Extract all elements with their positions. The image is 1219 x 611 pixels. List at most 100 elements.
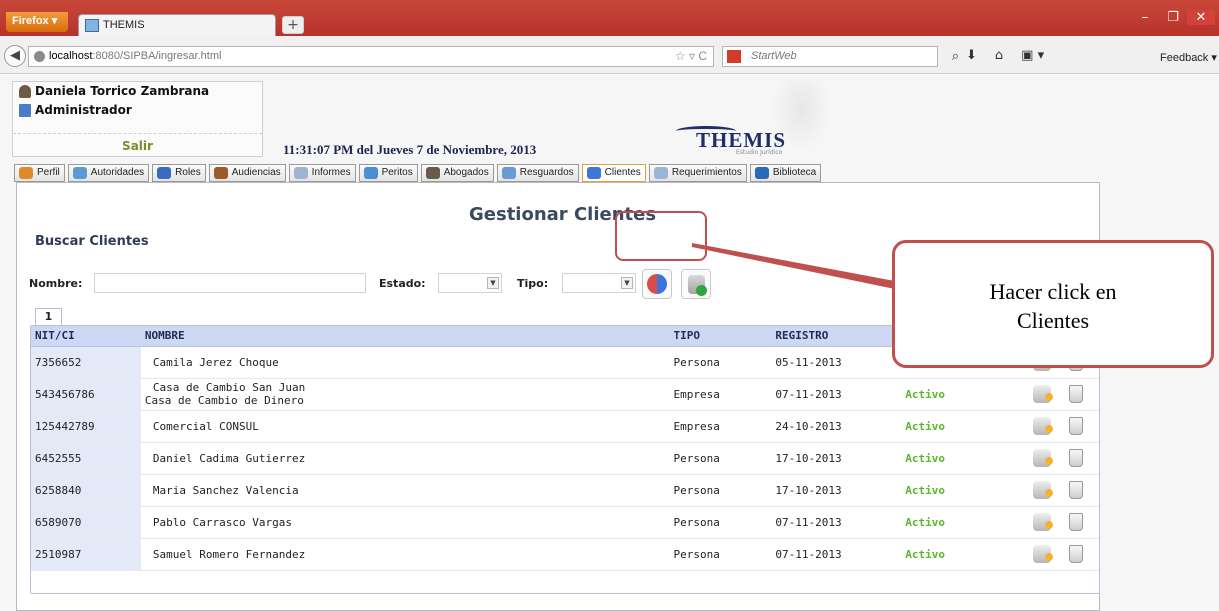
logout-link[interactable]: Salir	[13, 139, 262, 153]
home-icon[interactable]: ⌂	[995, 48, 1003, 63]
cell-nombre: Pablo Carrasco Vargas	[140, 506, 670, 539]
cell-nit: 543456786	[31, 378, 141, 411]
cell-gestionar	[1011, 538, 1099, 571]
edit-icon[interactable]	[1033, 513, 1054, 531]
name-filter-input[interactable]	[94, 273, 366, 293]
firefox-menu-button[interactable]: Firefox ▾	[6, 12, 68, 32]
table-row[interactable]: 125442789 Comercial CONSUL Empresa 24-10-20…	[31, 410, 1099, 443]
callout-line-2: Clientes	[1016, 308, 1090, 333]
tab-peritos[interactable]: Peritos	[358, 164, 418, 182]
tab-resguardos[interactable]: Resguardos	[496, 164, 579, 182]
tab-label: Resguardos	[519, 167, 574, 178]
search-icon[interactable]: ⌕	[952, 48, 959, 64]
user-name: Daniela Torrico Zambrana	[35, 84, 210, 98]
delete-icon[interactable]	[1069, 417, 1084, 435]
edit-icon[interactable]	[1033, 385, 1054, 403]
tab-clientes[interactable]: Clientes	[581, 164, 646, 182]
restore-icon[interactable]: ❐	[1159, 10, 1187, 25]
reload-icon[interactable]: ☆ ▿ C	[675, 49, 707, 63]
search-section-title: Buscar Clientes	[35, 234, 149, 249]
cell-estado: Activo	[901, 474, 1012, 507]
page-number-tab[interactable]: 1	[35, 308, 62, 325]
url-bar[interactable]: localhost:8080/SIPBA/ingresar.html ☆ ▿ C	[28, 46, 714, 67]
chevron-down-icon: ▼	[621, 277, 633, 289]
browser-tab[interactable]: THEMIS	[78, 14, 276, 36]
globe-icon	[34, 51, 45, 62]
tab-abogados[interactable]: Abogados	[420, 164, 494, 182]
tab-biblioteca[interactable]: Biblioteca	[749, 164, 822, 182]
edit-icon[interactable]	[1033, 545, 1054, 563]
column-header[interactable]: REGISTRO	[771, 326, 902, 347]
tab-label: Requerimientos	[671, 167, 742, 178]
delete-icon[interactable]	[1069, 545, 1084, 563]
client-name: Samuel Romero Fernandez	[152, 547, 306, 561]
tab-roles[interactable]: Roles	[152, 164, 206, 182]
table-row[interactable]: 543456786 Casa de Cambio San Juan Casa de …	[31, 378, 1099, 411]
bookmarks-icon[interactable]: ▣ ▾	[1021, 48, 1044, 63]
edit-icon[interactable]	[1033, 481, 1054, 499]
cell-tipo: Empresa	[669, 410, 772, 443]
cell-gestionar	[1011, 410, 1099, 443]
new-tab-button[interactable]: +	[282, 16, 304, 34]
table-body: 7356652 Camila Jerez Choque Persona 05-11-2…	[31, 346, 1099, 571]
logo-tagline: Estudio Jurídico	[736, 149, 783, 156]
callout-pointer	[692, 243, 895, 289]
favicon-icon	[85, 19, 99, 32]
table-row[interactable]: 6452555 Daniel Cadima Gutierrez Persona 17-…	[31, 442, 1099, 475]
search-bar[interactable]: StartWeb ⌕	[722, 46, 959, 67]
close-icon[interactable]: ✕	[1187, 10, 1215, 25]
download-icon[interactable]: ⬇	[966, 48, 977, 63]
cell-nombre: Comercial CONSUL	[140, 410, 670, 443]
search-engine-icon[interactable]	[727, 50, 741, 63]
delete-icon[interactable]	[1069, 481, 1084, 499]
delete-icon[interactable]	[1069, 513, 1084, 531]
state-filter-select[interactable]: ▼	[438, 273, 502, 293]
column-header[interactable]: NOMBRE	[140, 326, 670, 347]
delete-icon[interactable]	[1069, 449, 1084, 467]
edit-icon[interactable]	[1033, 417, 1054, 435]
tab-autoridades[interactable]: Autoridades	[67, 164, 150, 182]
cell-nit: 6589070	[31, 506, 141, 539]
themis-logo: THEMIS Estudio Jurídico	[676, 80, 916, 160]
cell-registro: 05-11-2013	[771, 346, 902, 379]
tab-label: Informes	[311, 167, 351, 178]
tab-audiencias[interactable]: Audiencias	[208, 164, 286, 182]
minimize-icon[interactable]: –	[1131, 10, 1159, 25]
edit-icon[interactable]	[1033, 449, 1054, 467]
back-button[interactable]: ◀	[4, 45, 26, 67]
tab-label: Autoridades	[90, 167, 145, 178]
tab-label: Roles	[175, 167, 201, 178]
feedback-button[interactable]: Feedback ▾	[1160, 51, 1217, 64]
browser-titlebar: Firefox ▾ THEMIS + – ❐ ✕	[0, 0, 1219, 36]
cell-nombre: Samuel Romero Fernandez	[140, 538, 670, 571]
user-icon	[19, 85, 31, 98]
clients-icon	[586, 167, 601, 179]
window-controls: – ❐ ✕	[1119, 10, 1215, 32]
tab-label: Peritos	[381, 167, 413, 178]
tab-informes[interactable]: Informes	[288, 164, 356, 182]
table-row[interactable]: 6589070 Pablo Carrasco Vargas Persona 07-11…	[31, 506, 1099, 539]
table-row[interactable]: 2510987 Samuel Romero Fernandez Persona 07-…	[31, 538, 1099, 571]
column-header[interactable]: TIPO	[669, 326, 772, 347]
cell-tipo: Persona	[669, 506, 772, 539]
callout-pointer-shape	[692, 243, 895, 289]
column-header[interactable]: NIT/CI	[31, 326, 141, 347]
url-path: :8080/SIPBA/ingresar.html	[92, 50, 222, 62]
cell-estado: Activo	[901, 378, 1012, 411]
cell-nombre: Casa de Cambio San Juan Casa de Cambio de…	[140, 378, 670, 411]
browser-tab-title: THEMIS	[103, 19, 145, 31]
refresh-button[interactable]	[642, 269, 672, 299]
screen: { "browser": { "menu_label": "Firefox", …	[0, 0, 1219, 611]
cell-gestionar	[1011, 442, 1099, 475]
tab-perfil[interactable]: Perfil	[14, 164, 65, 182]
cell-nit: 6452555	[31, 442, 141, 475]
cell-nit: 2510987	[31, 538, 141, 571]
delete-icon[interactable]	[1069, 385, 1084, 403]
tab-requerimientos[interactable]: Requerimientos	[648, 164, 747, 182]
instruction-callout: Hacer click en Clientes	[892, 240, 1214, 368]
url-host: localhost	[49, 50, 93, 62]
gavel-icon	[213, 167, 228, 179]
table-row[interactable]: 6258840 Maria Sanchez Valencia Persona 17-1…	[31, 474, 1099, 507]
cell-registro: 24-10-2013	[771, 410, 902, 443]
type-filter-select[interactable]: ▼	[562, 273, 636, 293]
